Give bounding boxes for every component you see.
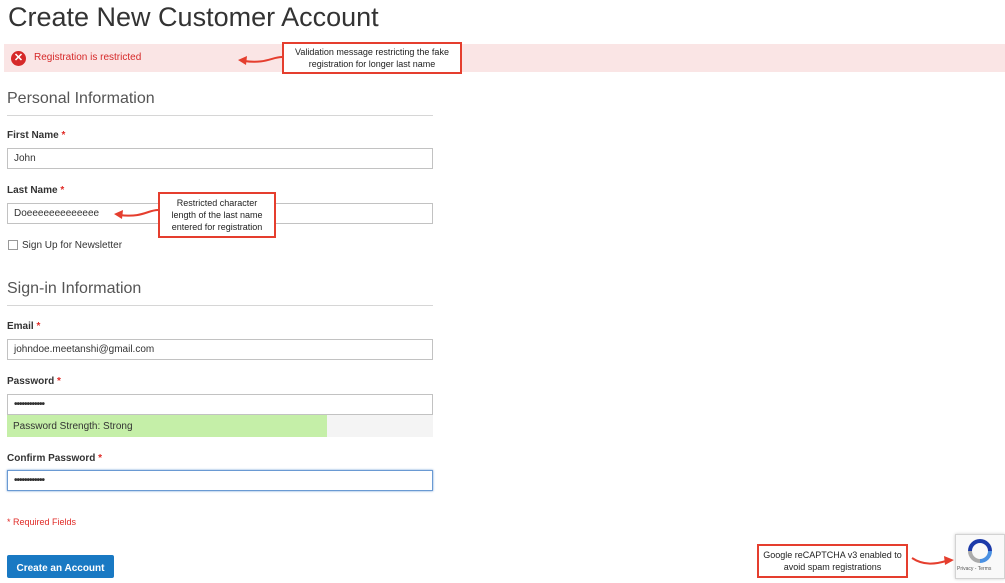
password-input[interactable]: ••••••••••••	[7, 394, 433, 415]
create-account-button[interactable]: Create an Account	[7, 555, 114, 578]
first-name-label: First Name *	[7, 130, 66, 141]
recaptcha-callout: Google reCAPTCHA v3 enabled to avoid spa…	[757, 544, 908, 578]
required-asterisk: *	[98, 453, 103, 464]
lastname-callout: Restricted character length of the last …	[158, 192, 276, 238]
personal-info-heading: Personal Information	[7, 90, 155, 107]
password-label: Password *	[7, 376, 61, 387]
email-label: Email *	[7, 321, 41, 332]
recaptcha-logo-icon	[968, 539, 992, 563]
required-fields-note: * Required Fields	[7, 517, 77, 527]
section-divider	[7, 305, 433, 306]
required-asterisk: *	[36, 321, 41, 332]
confirm-password-label: Confirm Password *	[7, 453, 103, 464]
error-circle-icon: ✕	[11, 51, 26, 66]
newsletter-checkbox[interactable]	[8, 240, 18, 250]
recaptcha-terms-link[interactable]: Privacy - Terms	[957, 566, 991, 572]
last-name-label: Last Name *	[7, 185, 65, 196]
password-strength-text: Password Strength: Strong	[13, 421, 133, 432]
signin-info-heading: Sign-in Information	[7, 280, 142, 297]
newsletter-label[interactable]: Sign Up for Newsletter	[22, 240, 122, 251]
confirm-password-input[interactable]: ••••••••••••	[7, 470, 433, 491]
required-asterisk: *	[60, 185, 65, 196]
error-message-text: Registration is restricted	[34, 52, 142, 63]
validation-callout: Validation message restricting the fake …	[282, 42, 462, 74]
required-asterisk: *	[61, 130, 66, 141]
required-asterisk: *	[57, 376, 61, 387]
callout-arrow-icon	[114, 209, 159, 219]
page-title: Create New Customer Account	[8, 2, 379, 32]
section-divider	[7, 115, 433, 116]
error-message-bar	[4, 44, 1005, 72]
callout-arrow-icon	[911, 556, 954, 565]
email-input[interactable]: johndoe.meetanshi@gmail.com	[7, 339, 433, 360]
callout-arrow-icon	[238, 56, 283, 65]
first-name-input[interactable]: John	[7, 148, 433, 169]
